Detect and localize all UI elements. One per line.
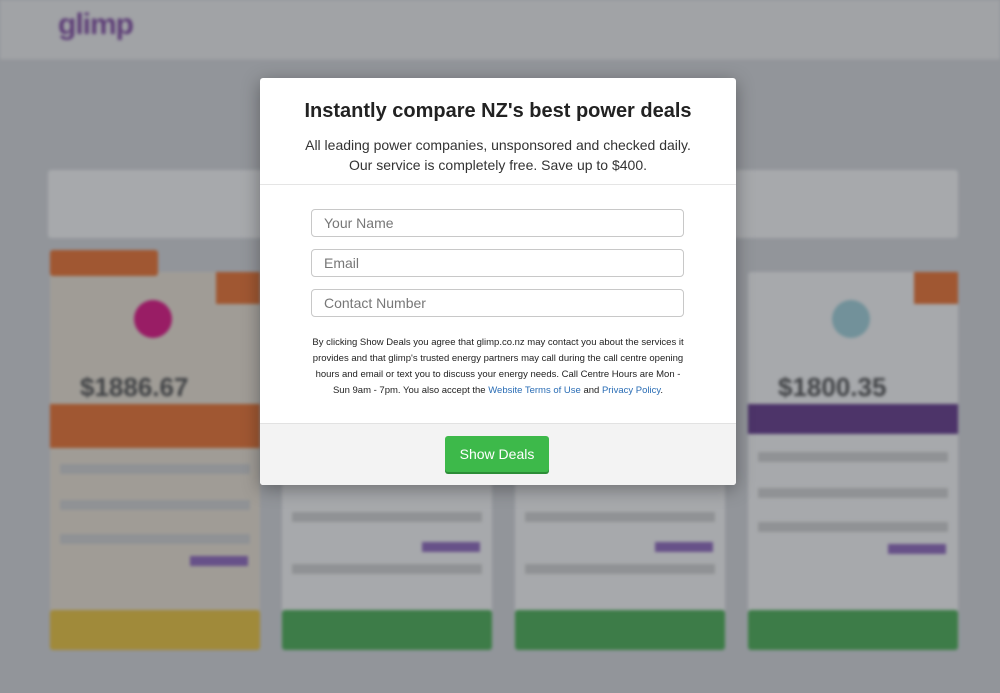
show-deals-button[interactable]: Show Deals	[445, 436, 549, 472]
consent-text: By clicking Show Deals you agree that gl…	[310, 335, 686, 399]
lead-capture-modal: Instantly compare NZ's best power deals …	[260, 78, 736, 485]
modal-subtitle: All leading power companies, unsponsored…	[260, 135, 736, 175]
modal-form: By clicking Show Deals you agree that gl…	[260, 185, 736, 423]
consent-period: .	[660, 385, 664, 396]
modal-footer: Show Deals	[260, 423, 736, 485]
privacy-policy-link[interactable]: Privacy Policy	[602, 385, 660, 396]
terms-link[interactable]: Website Terms of Use	[488, 385, 581, 396]
modal-subtitle-line-1: All leading power companies, unsponsored…	[305, 137, 691, 153]
email-input[interactable]	[311, 249, 684, 277]
modal-subtitle-line-2: Our service is completely free. Save up …	[348, 157, 648, 173]
modal-header: Instantly compare NZ's best power deals …	[260, 78, 736, 185]
contact-number-input[interactable]	[311, 289, 684, 317]
consent-and: and	[580, 385, 602, 396]
name-input[interactable]	[311, 209, 684, 237]
modal-title: Instantly compare NZ's best power deals	[304, 100, 692, 122]
